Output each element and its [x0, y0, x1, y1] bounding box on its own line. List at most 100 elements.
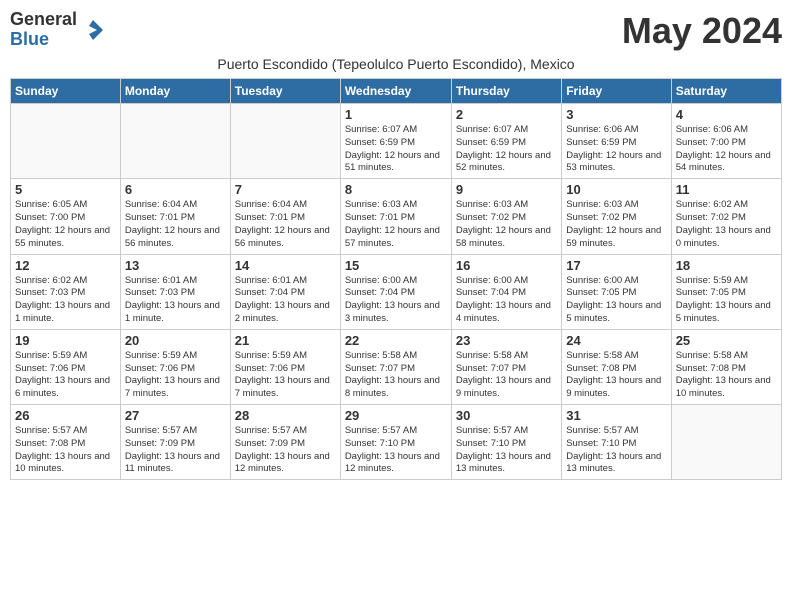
day-number: 11	[676, 182, 777, 197]
day-number: 14	[235, 258, 336, 273]
table-row: 16 Sunrise: 6:00 AM Sunset: 7:04 PM Dayli…	[451, 254, 561, 329]
day-number: 23	[456, 333, 557, 348]
logo-blue-text: Blue	[10, 30, 77, 50]
day-number: 6	[125, 182, 226, 197]
day-info: Sunrise: 5:59 AM Sunset: 7:06 PM Dayligh…	[125, 350, 226, 401]
calendar-week-row: 19 Sunrise: 5:59 AM Sunset: 7:06 PM Dayli…	[11, 329, 782, 404]
table-row: 5 Sunrise: 6:05 AM Sunset: 7:00 PM Daylig…	[11, 179, 121, 254]
day-number: 15	[345, 258, 447, 273]
table-row: 2Sunrise: 6:07 AM Sunset: 6:59 PM Daylig…	[451, 104, 561, 179]
day-info: Sunrise: 6:07 AM Sunset: 6:59 PM Dayligh…	[456, 124, 557, 175]
header-wednesday: Wednesday	[340, 79, 451, 104]
day-number: 22	[345, 333, 447, 348]
day-number: 7	[235, 182, 336, 197]
day-number: 21	[235, 333, 336, 348]
day-number: 4	[676, 107, 777, 122]
day-number: 31	[566, 408, 666, 423]
calendar-week-row: 12 Sunrise: 6:02 AM Sunset: 7:03 PM Dayli…	[11, 254, 782, 329]
day-info: Sunrise: 6:07 AM Sunset: 6:59 PM Dayligh…	[345, 124, 447, 175]
table-row: 25Sunrise: 5:58 AM Sunset: 7:08 PM Dayli…	[671, 329, 781, 404]
table-row: 28 Sunrise: 5:57 AM Sunset: 7:09 PM Dayli…	[230, 405, 340, 480]
day-info: Sunrise: 6:00 AM Sunset: 7:05 PM Dayligh…	[566, 275, 666, 326]
header-thursday: Thursday	[451, 79, 561, 104]
table-row: 6Sunrise: 6:04 AM Sunset: 7:01 PM Daylig…	[120, 179, 230, 254]
day-number: 17	[566, 258, 666, 273]
day-number: 1	[345, 107, 447, 122]
logo-icon	[79, 16, 107, 44]
header-sunday: Sunday	[11, 79, 121, 104]
day-number: 28	[235, 408, 336, 423]
page-header: General Blue May 2024	[10, 10, 782, 52]
day-info: Sunrise: 6:04 AM Sunset: 7:01 PM Dayligh…	[235, 199, 336, 250]
day-info: Sunrise: 5:57 AM Sunset: 7:09 PM Dayligh…	[235, 425, 336, 476]
day-number: 12	[15, 258, 116, 273]
day-number: 3	[566, 107, 666, 122]
table-row: 26 Sunrise: 5:57 AM Sunset: 7:08 PM Dayli…	[11, 405, 121, 480]
table-row: 23 Sunrise: 5:58 AM Sunset: 7:07 PM Dayli…	[451, 329, 561, 404]
day-number: 5	[15, 182, 116, 197]
day-number: 16	[456, 258, 557, 273]
day-number: 20	[125, 333, 226, 348]
day-info: Sunrise: 6:05 AM Sunset: 7:00 PM Dayligh…	[15, 199, 116, 250]
day-info: Sunrise: 6:06 AM Sunset: 6:59 PM Dayligh…	[566, 124, 666, 175]
day-info: Sunrise: 6:00 AM Sunset: 7:04 PM Dayligh…	[456, 275, 557, 326]
table-row: 18 Sunrise: 5:59 AM Sunset: 7:05 PM Dayli…	[671, 254, 781, 329]
header-saturday: Saturday	[671, 79, 781, 104]
day-info: Sunrise: 6:06 AM Sunset: 7:00 PM Dayligh…	[676, 124, 777, 175]
table-row: 19 Sunrise: 5:59 AM Sunset: 7:06 PM Dayli…	[11, 329, 121, 404]
logo: General Blue	[10, 10, 107, 50]
table-row: 1 Sunrise: 6:07 AM Sunset: 6:59 PM Daylig…	[340, 104, 451, 179]
weekday-header-row: Sunday Monday Tuesday Wednesday Thursday…	[11, 79, 782, 104]
day-info: Sunrise: 5:57 AM Sunset: 7:08 PM Dayligh…	[15, 425, 116, 476]
table-row	[11, 104, 121, 179]
day-number: 8	[345, 182, 447, 197]
table-row	[671, 405, 781, 480]
table-row: 14Sunrise: 6:01 AM Sunset: 7:04 PM Dayli…	[230, 254, 340, 329]
day-info: Sunrise: 6:02 AM Sunset: 7:03 PM Dayligh…	[15, 275, 116, 326]
day-number: 30	[456, 408, 557, 423]
table-row	[120, 104, 230, 179]
table-row: 7 Sunrise: 6:04 AM Sunset: 7:01 PM Daylig…	[230, 179, 340, 254]
day-info: Sunrise: 6:02 AM Sunset: 7:02 PM Dayligh…	[676, 199, 777, 250]
calendar-table: Sunday Monday Tuesday Wednesday Thursday…	[10, 78, 782, 480]
day-info: Sunrise: 6:03 AM Sunset: 7:02 PM Dayligh…	[566, 199, 666, 250]
table-row: 3 Sunrise: 6:06 AM Sunset: 6:59 PM Daylig…	[562, 104, 671, 179]
day-number: 26	[15, 408, 116, 423]
table-row: 4 Sunrise: 6:06 AM Sunset: 7:00 PM Daylig…	[671, 104, 781, 179]
header-tuesday: Tuesday	[230, 79, 340, 104]
day-info: Sunrise: 6:01 AM Sunset: 7:03 PM Dayligh…	[125, 275, 226, 326]
header-monday: Monday	[120, 79, 230, 104]
day-info: Sunrise: 5:58 AM Sunset: 7:08 PM Dayligh…	[566, 350, 666, 401]
table-row: 15 Sunrise: 6:00 AM Sunset: 7:04 PM Dayli…	[340, 254, 451, 329]
month-title: May 2024	[622, 10, 782, 52]
day-info: Sunrise: 6:00 AM Sunset: 7:04 PM Dayligh…	[345, 275, 447, 326]
calendar-week-row: 1 Sunrise: 6:07 AM Sunset: 6:59 PM Daylig…	[11, 104, 782, 179]
day-info: Sunrise: 5:59 AM Sunset: 7:05 PM Dayligh…	[676, 275, 777, 326]
day-number: 29	[345, 408, 447, 423]
table-row: 17 Sunrise: 6:00 AM Sunset: 7:05 PM Dayli…	[562, 254, 671, 329]
table-row: 20 Sunrise: 5:59 AM Sunset: 7:06 PM Dayli…	[120, 329, 230, 404]
table-row: 11 Sunrise: 6:02 AM Sunset: 7:02 PM Dayli…	[671, 179, 781, 254]
day-number: 24	[566, 333, 666, 348]
calendar-week-row: 26 Sunrise: 5:57 AM Sunset: 7:08 PM Dayli…	[11, 405, 782, 480]
day-info: Sunrise: 5:59 AM Sunset: 7:06 PM Dayligh…	[15, 350, 116, 401]
table-row: 31 Sunrise: 5:57 AM Sunset: 7:10 PM Dayli…	[562, 405, 671, 480]
day-number: 18	[676, 258, 777, 273]
day-number: 19	[15, 333, 116, 348]
header-friday: Friday	[562, 79, 671, 104]
day-number: 9	[456, 182, 557, 197]
day-info: Sunrise: 5:57 AM Sunset: 7:10 PM Dayligh…	[566, 425, 666, 476]
day-info: Sunrise: 6:03 AM Sunset: 7:01 PM Dayligh…	[345, 199, 447, 250]
logo-general-text: General	[10, 10, 77, 30]
day-info: Sunrise: 5:57 AM Sunset: 7:10 PM Dayligh…	[456, 425, 557, 476]
day-info: Sunrise: 5:59 AM Sunset: 7:06 PM Dayligh…	[235, 350, 336, 401]
subtitle: Puerto Escondido (Tepeolulco Puerto Esco…	[10, 56, 782, 72]
day-info: Sunrise: 5:58 AM Sunset: 7:07 PM Dayligh…	[345, 350, 447, 401]
table-row: 12 Sunrise: 6:02 AM Sunset: 7:03 PM Dayli…	[11, 254, 121, 329]
table-row: 10Sunrise: 6:03 AM Sunset: 7:02 PM Dayli…	[562, 179, 671, 254]
table-row: 22 Sunrise: 5:58 AM Sunset: 7:07 PM Dayli…	[340, 329, 451, 404]
day-info: Sunrise: 5:58 AM Sunset: 7:07 PM Dayligh…	[456, 350, 557, 401]
day-info: Sunrise: 6:03 AM Sunset: 7:02 PM Dayligh…	[456, 199, 557, 250]
table-row	[230, 104, 340, 179]
day-number: 27	[125, 408, 226, 423]
